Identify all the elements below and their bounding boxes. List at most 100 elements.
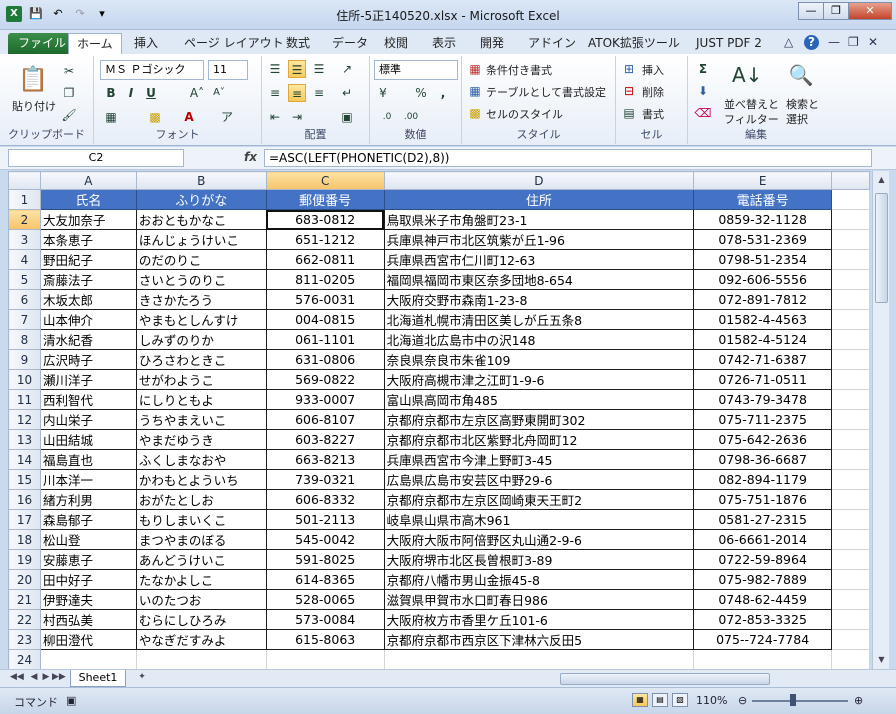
furigana-cell[interactable]: さいとうのりこ	[135, 269, 267, 290]
address-cell[interactable]: 福岡県福岡市東区奈多団地8-654	[383, 269, 695, 290]
row-header[interactable]: 12	[8, 409, 41, 430]
row-header[interactable]: 17	[8, 509, 41, 530]
close-button[interactable]: ✕	[848, 2, 892, 20]
empty-cell[interactable]	[831, 289, 870, 310]
tab-insert[interactable]: 挿入	[126, 33, 166, 54]
column-header-c[interactable]: C	[265, 171, 385, 190]
postal-code-cell[interactable]: 545-0042	[265, 529, 385, 550]
insert-cells-button[interactable]: 挿入	[642, 62, 664, 78]
tab-review[interactable]: 校閲	[376, 33, 416, 54]
postal-code-cell[interactable]: 576-0031	[265, 289, 385, 310]
format-cells-button[interactable]: 書式	[642, 106, 664, 122]
furigana-cell[interactable]: にしりともよ	[135, 389, 267, 410]
horizontal-scroll-thumb[interactable]	[560, 673, 770, 685]
row-header[interactable]: 18	[8, 529, 41, 550]
phone-cell[interactable]: 0859-32-1128	[693, 209, 833, 230]
address-cell[interactable]: 大阪府枚方市香里ケ丘101-6	[383, 609, 695, 630]
furigana-cell[interactable]: いのたつお	[135, 589, 267, 610]
header-cell[interactable]: 郵便番号	[265, 189, 385, 210]
conditional-format-icon[interactable]: ▦	[466, 60, 484, 78]
name-cell[interactable]: 村西弘美	[39, 609, 137, 630]
name-cell[interactable]: 木坂太郎	[39, 289, 137, 310]
empty-cell[interactable]	[831, 589, 870, 610]
format-as-table-button[interactable]: テーブルとして書式設定	[486, 84, 606, 100]
furigana-cell[interactable]: むらにしひろみ	[135, 609, 267, 630]
postal-code-cell[interactable]: 615-8063	[265, 629, 385, 650]
zoom-slider[interactable]	[752, 700, 848, 702]
cell-styles-icon[interactable]: ▩	[466, 104, 484, 122]
restore-button[interactable]: ❐	[823, 2, 849, 20]
address-cell[interactable]: 京都府京都市北区紫野北舟岡町12	[383, 429, 695, 450]
address-cell[interactable]: 奈良県奈良市朱雀109	[383, 349, 695, 370]
row-header[interactable]: 7	[8, 309, 41, 330]
name-cell[interactable]: 清水紀香	[39, 329, 137, 350]
comma-style-icon[interactable]: ,	[434, 84, 452, 102]
address-cell[interactable]: 北海道北広島市中の沢148	[383, 329, 695, 350]
name-cell[interactable]: 広沢時子	[39, 349, 137, 370]
empty-cell[interactable]	[831, 369, 870, 390]
name-cell[interactable]: 大友加奈子	[39, 209, 137, 230]
tab-page-layout[interactable]: ページ レイアウト	[176, 33, 292, 54]
tab-developer[interactable]: 開発	[472, 33, 512, 54]
merge-center-icon[interactable]: ▣	[338, 108, 356, 126]
tab-formulas[interactable]: 数式	[278, 33, 318, 54]
header-cell[interactable]: 氏名	[39, 189, 137, 210]
phone-cell[interactable]: 072-853-3325	[693, 609, 833, 630]
select-all-corner[interactable]	[8, 171, 41, 190]
address-cell[interactable]: 兵庫県神戸市北区筑紫が丘1-96	[383, 229, 695, 250]
format-as-table-icon[interactable]: ▦	[466, 82, 484, 100]
furigana-cell[interactable]: うちやまえいこ	[135, 409, 267, 430]
scroll-up-icon[interactable]: ▲	[875, 173, 888, 187]
row-header[interactable]: 10	[8, 369, 41, 390]
address-cell[interactable]: 滋賀県甲賀市水口町春日986	[383, 589, 695, 610]
tab-view[interactable]: 表示	[424, 33, 464, 54]
first-sheet-icon[interactable]: ◀◀	[10, 672, 24, 682]
row-header[interactable]: 11	[8, 389, 41, 410]
row-header[interactable]: 6	[8, 289, 41, 310]
address-cell[interactable]: 大阪府堺市北区長曽根町3-89	[383, 549, 695, 570]
minimize-ribbon-icon[interactable]: △	[784, 35, 793, 49]
phone-cell[interactable]: 0742-71-6387	[693, 349, 833, 370]
address-cell[interactable]: 富山県高岡市角485	[383, 389, 695, 410]
spreadsheet-grid[interactable]: A B C D E 1 氏名 ふりがな 郵便番号 住所 電話番号 2 大友加奈子 おおともかなこ 683-0…	[8, 171, 870, 669]
address-cell[interactable]: 京都府京都市西京区下津林六反田5	[383, 629, 695, 650]
tab-addins[interactable]: アドイン	[520, 33, 584, 54]
furigana-cell[interactable]: おおともかなこ	[135, 209, 267, 230]
font-color-icon[interactable]: A	[180, 108, 198, 126]
cut-icon[interactable]: ✂	[60, 62, 78, 80]
paste-icon[interactable]: 📋	[18, 62, 48, 96]
furigana-cell[interactable]: たなかよしこ	[135, 569, 267, 590]
formula-input[interactable]: =ASC(LEFT(PHONETIC(D2),8))	[264, 149, 872, 167]
postal-code-cell[interactable]: 603-8227	[265, 429, 385, 450]
name-cell[interactable]: 野田紀子	[39, 249, 137, 270]
empty-cell[interactable]	[383, 649, 695, 669]
address-cell[interactable]: 兵庫県西宮市仁川町12-63	[383, 249, 695, 270]
font-size-select[interactable]: 11	[208, 60, 248, 80]
phone-cell[interactable]: 075-642-2636	[693, 429, 833, 450]
doc-restore-icon[interactable]: ❐	[848, 35, 859, 49]
empty-cell[interactable]	[265, 649, 385, 669]
prev-sheet-icon[interactable]: ◀	[28, 672, 40, 682]
name-cell[interactable]: 伊野達夫	[39, 589, 137, 610]
name-cell[interactable]: 森島郁子	[39, 509, 137, 530]
phone-cell[interactable]: 0722-59-8964	[693, 549, 833, 570]
phone-cell[interactable]: 0748-62-4459	[693, 589, 833, 610]
decrease-indent-icon[interactable]: ⇤	[266, 108, 284, 126]
empty-cell[interactable]	[831, 269, 870, 290]
header-cell[interactable]: 電話番号	[693, 189, 833, 210]
fill-color-icon[interactable]: ▩	[146, 108, 164, 126]
postal-code-cell[interactable]: 631-0806	[265, 349, 385, 370]
address-cell[interactable]: 兵庫県西宮市今津上野町3-45	[383, 449, 695, 470]
insert-function-icon[interactable]: fx	[244, 150, 257, 164]
tab-just-pdf[interactable]: JUST PDF 2	[688, 33, 770, 54]
number-format-select[interactable]: 標準	[374, 60, 458, 80]
row-header[interactable]: 5	[8, 269, 41, 290]
paste-button[interactable]: 貼り付け	[12, 98, 56, 114]
underline-icon[interactable]: U	[142, 84, 160, 102]
doc-close-icon[interactable]: ✕	[868, 35, 878, 49]
phone-cell[interactable]: 075-711-2375	[693, 409, 833, 430]
empty-cell[interactable]	[831, 509, 870, 530]
page-break-view-icon[interactable]: ▧	[672, 693, 688, 707]
header-cell[interactable]: 住所	[383, 189, 695, 210]
italic-icon[interactable]: I	[122, 84, 140, 102]
